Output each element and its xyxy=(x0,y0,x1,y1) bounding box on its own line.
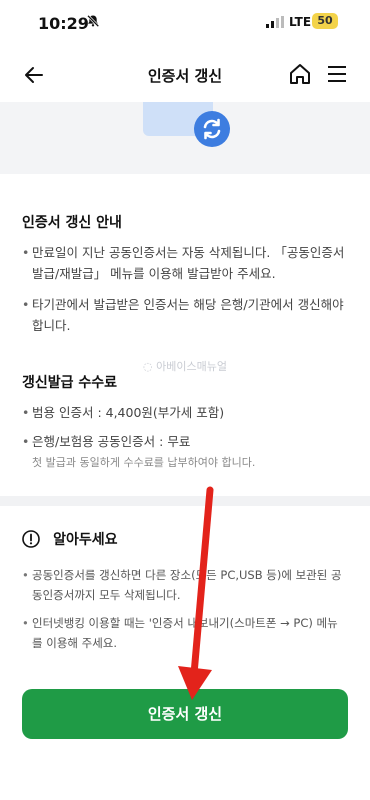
renew-certificate-button[interactable]: 인증서 갱신 xyxy=(22,689,348,739)
home-icon[interactable] xyxy=(288,62,312,86)
notice-heading: 알아두세요 xyxy=(53,531,118,548)
certificate-illustration xyxy=(0,102,370,174)
list-item: 만료일이 지난 공동인증서는 자동 삭제됩니다. 「공동인증서 발급/재발급」 … xyxy=(22,242,348,284)
hamburger-menu-icon[interactable] xyxy=(326,63,348,85)
do-not-disturb-bell-icon xyxy=(86,14,100,32)
notice-section: 알아두세요 공동인증서를 갱신하면 다른 장소(모든 PC,USB 등)에 보관… xyxy=(22,528,348,653)
exclamation-circle-icon xyxy=(22,529,40,548)
fees-section: 갱신발급 수수료 범용 인증서 : 4,400원(부가세 포함) 은행/보험용 … xyxy=(22,372,348,470)
status-bar: 10:29 LTE 50 xyxy=(0,0,370,48)
battery-indicator: 50 xyxy=(312,13,338,29)
renewal-info-heading: 인증서 갱신 안내 xyxy=(22,215,122,231)
page-title: 인증서 갱신 xyxy=(147,67,223,85)
app-header: 인증서 갱신 xyxy=(0,48,370,102)
list-item: 은행/보험용 공동인증서 : 무료 xyxy=(22,431,348,452)
list-item: 인터넷뱅킹 이용할 때는 '인증서 내보내기(스마트폰 → PC) 메뉴를 이용… xyxy=(22,613,348,653)
network-type: LTE xyxy=(289,15,312,29)
fees-heading: 갱신발급 수수료 xyxy=(22,375,118,391)
cellular-signal-icon xyxy=(266,16,284,28)
renewal-info-section: 인증서 갱신 안내 만료일이 지난 공동인증서는 자동 삭제됩니다. 「공동인증… xyxy=(22,212,348,336)
list-item: 범용 인증서 : 4,400원(부가세 포함) xyxy=(22,402,348,423)
refresh-icon xyxy=(194,111,230,147)
fee-note: 첫 발급과 동일하게 수수료를 납부하여야 합니다. xyxy=(32,456,256,469)
list-item: 공동인증서를 갱신하면 다른 장소(모든 PC,USB 등)에 보관된 공동인증… xyxy=(22,565,348,605)
section-divider xyxy=(0,496,370,506)
list-item: 타기관에서 발급받은 인증서는 해당 은행/기관에서 갱신해야 합니다. xyxy=(22,294,348,336)
status-time: 10:29 xyxy=(38,14,89,33)
